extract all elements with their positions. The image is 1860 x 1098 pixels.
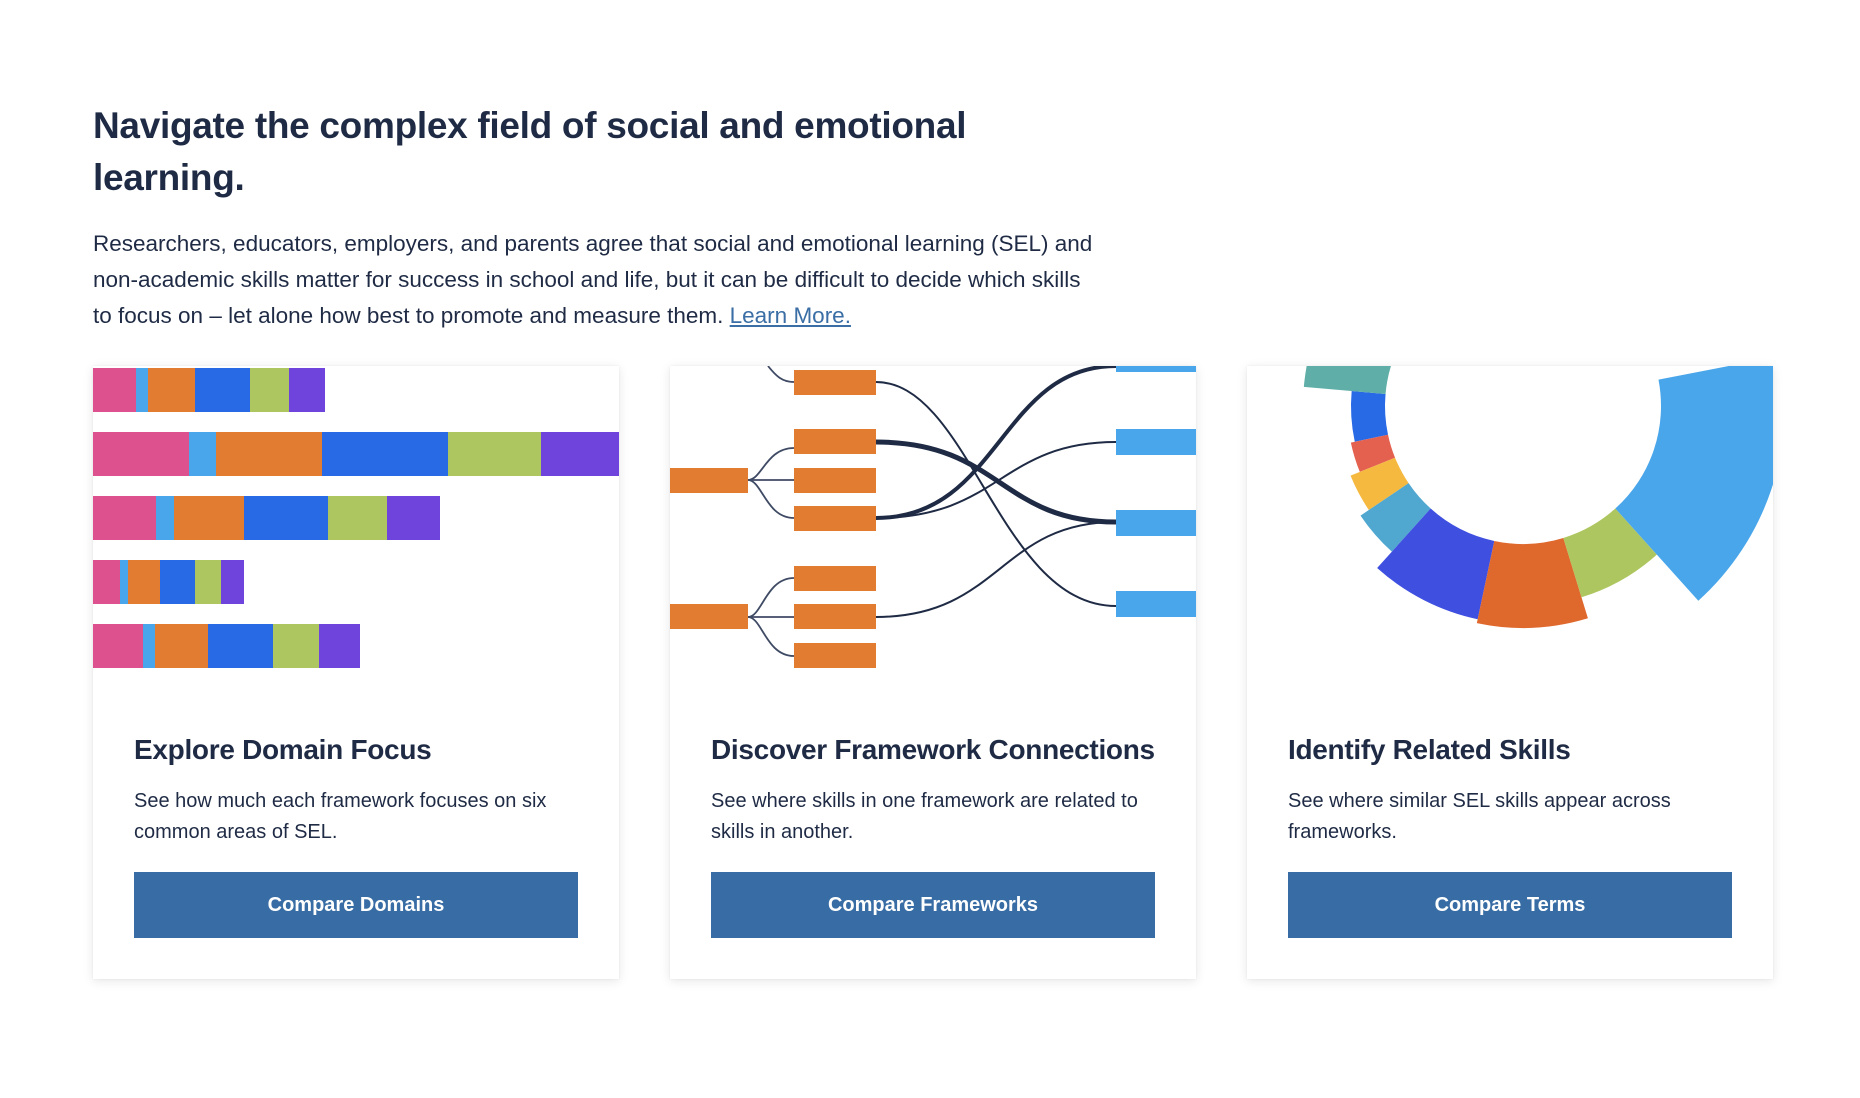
fan-line bbox=[747, 616, 795, 657]
radial-segment bbox=[1351, 391, 1389, 442]
intro-paragraph: Researchers, educators, employers, and p… bbox=[93, 226, 1093, 334]
card-identify-related-skills: Identify Related Skills See where simila… bbox=[1247, 366, 1773, 979]
domain-bar-segment bbox=[244, 496, 328, 540]
domain-bar-segment bbox=[448, 432, 541, 476]
domain-bar-segment bbox=[174, 496, 244, 540]
domain-bar-segment bbox=[541, 432, 619, 476]
card-description: See how much each framework focuses on s… bbox=[134, 790, 547, 843]
skill-box bbox=[794, 370, 876, 395]
domain-bar-segment bbox=[289, 368, 325, 412]
domain-bar-segment bbox=[189, 432, 216, 476]
target-skill-box bbox=[1116, 510, 1196, 536]
domain-bar-segment bbox=[120, 560, 128, 604]
domain-bar-segment bbox=[93, 432, 189, 476]
skill-box bbox=[794, 468, 876, 493]
domain-bar-segment bbox=[93, 624, 143, 668]
skill-box bbox=[794, 429, 876, 454]
card-explore-domain-focus: Explore Domain Focus See how much each f… bbox=[93, 366, 619, 979]
connection-line bbox=[875, 521, 1117, 618]
domain-bar-segment bbox=[136, 368, 148, 412]
target-skill-box bbox=[1116, 591, 1196, 617]
page-title: Navigate the complex field of social and… bbox=[93, 105, 967, 198]
domain-bar-segment bbox=[148, 368, 195, 412]
card-description: See where skills in one framework are re… bbox=[711, 790, 1138, 843]
compare-domains-button[interactable]: Compare Domains bbox=[134, 872, 578, 938]
connection-line bbox=[875, 366, 1117, 520]
domain-bar-segment bbox=[328, 496, 387, 540]
domain-bar-segment bbox=[93, 496, 156, 540]
domain-bar-segment bbox=[93, 560, 120, 604]
domain-bar-segment bbox=[128, 560, 160, 604]
radial-segment bbox=[1303, 366, 1391, 394]
fan-line bbox=[767, 366, 795, 383]
target-skill-box bbox=[1116, 429, 1196, 455]
intro-text: Researchers, educators, employers, and p… bbox=[93, 231, 1093, 328]
domain-bar-segment bbox=[221, 560, 244, 604]
domain-bar-segment bbox=[216, 432, 322, 476]
domain-bar-segment bbox=[208, 624, 273, 668]
domain-bar-segment bbox=[273, 624, 319, 668]
domain-bar-segment bbox=[195, 560, 221, 604]
card-title: Explore Domain Focus bbox=[134, 734, 432, 765]
skill-box bbox=[794, 604, 876, 629]
domain-bar-segment bbox=[322, 432, 448, 476]
related-skills-illustration bbox=[1303, 366, 1773, 628]
fan-line bbox=[747, 577, 795, 618]
skill-box bbox=[794, 643, 876, 668]
compare-frameworks-button[interactable]: Compare Frameworks bbox=[711, 872, 1155, 938]
card-discover-framework-connections: Discover Framework Connections See where… bbox=[670, 366, 1196, 979]
framework-group-box bbox=[670, 604, 748, 629]
domain-bar-segment bbox=[195, 368, 250, 412]
fan-line bbox=[747, 479, 795, 519]
fan-line bbox=[747, 447, 795, 481]
domain-bar-segment bbox=[155, 624, 208, 668]
domain-bar-segment bbox=[319, 624, 360, 668]
target-skill-box bbox=[1116, 366, 1196, 372]
skill-box bbox=[794, 506, 876, 531]
card-title: Identify Related Skills bbox=[1288, 734, 1571, 765]
learn-more-link[interactable]: Learn More. bbox=[730, 303, 851, 328]
domain-bar-segment bbox=[387, 496, 440, 540]
compare-terms-button[interactable]: Compare Terms bbox=[1288, 872, 1732, 938]
radial-segments bbox=[1303, 366, 1773, 628]
intro-section: Navigate the complex field of social and… bbox=[93, 100, 1093, 334]
domain-bar-segment bbox=[250, 368, 289, 412]
card-description: See where similar SEL skills appear acro… bbox=[1288, 790, 1671, 843]
domain-bar-segment bbox=[156, 496, 174, 540]
framework-connections-illustration bbox=[670, 366, 1196, 668]
framework-group-box bbox=[670, 468, 748, 493]
domain-bar-segment bbox=[93, 368, 136, 412]
skill-box bbox=[794, 566, 876, 591]
card-title: Discover Framework Connections bbox=[711, 734, 1155, 765]
domain-bar-segment bbox=[143, 624, 155, 668]
domain-bars-illustration bbox=[93, 368, 619, 668]
domain-bar-segment bbox=[160, 560, 195, 604]
